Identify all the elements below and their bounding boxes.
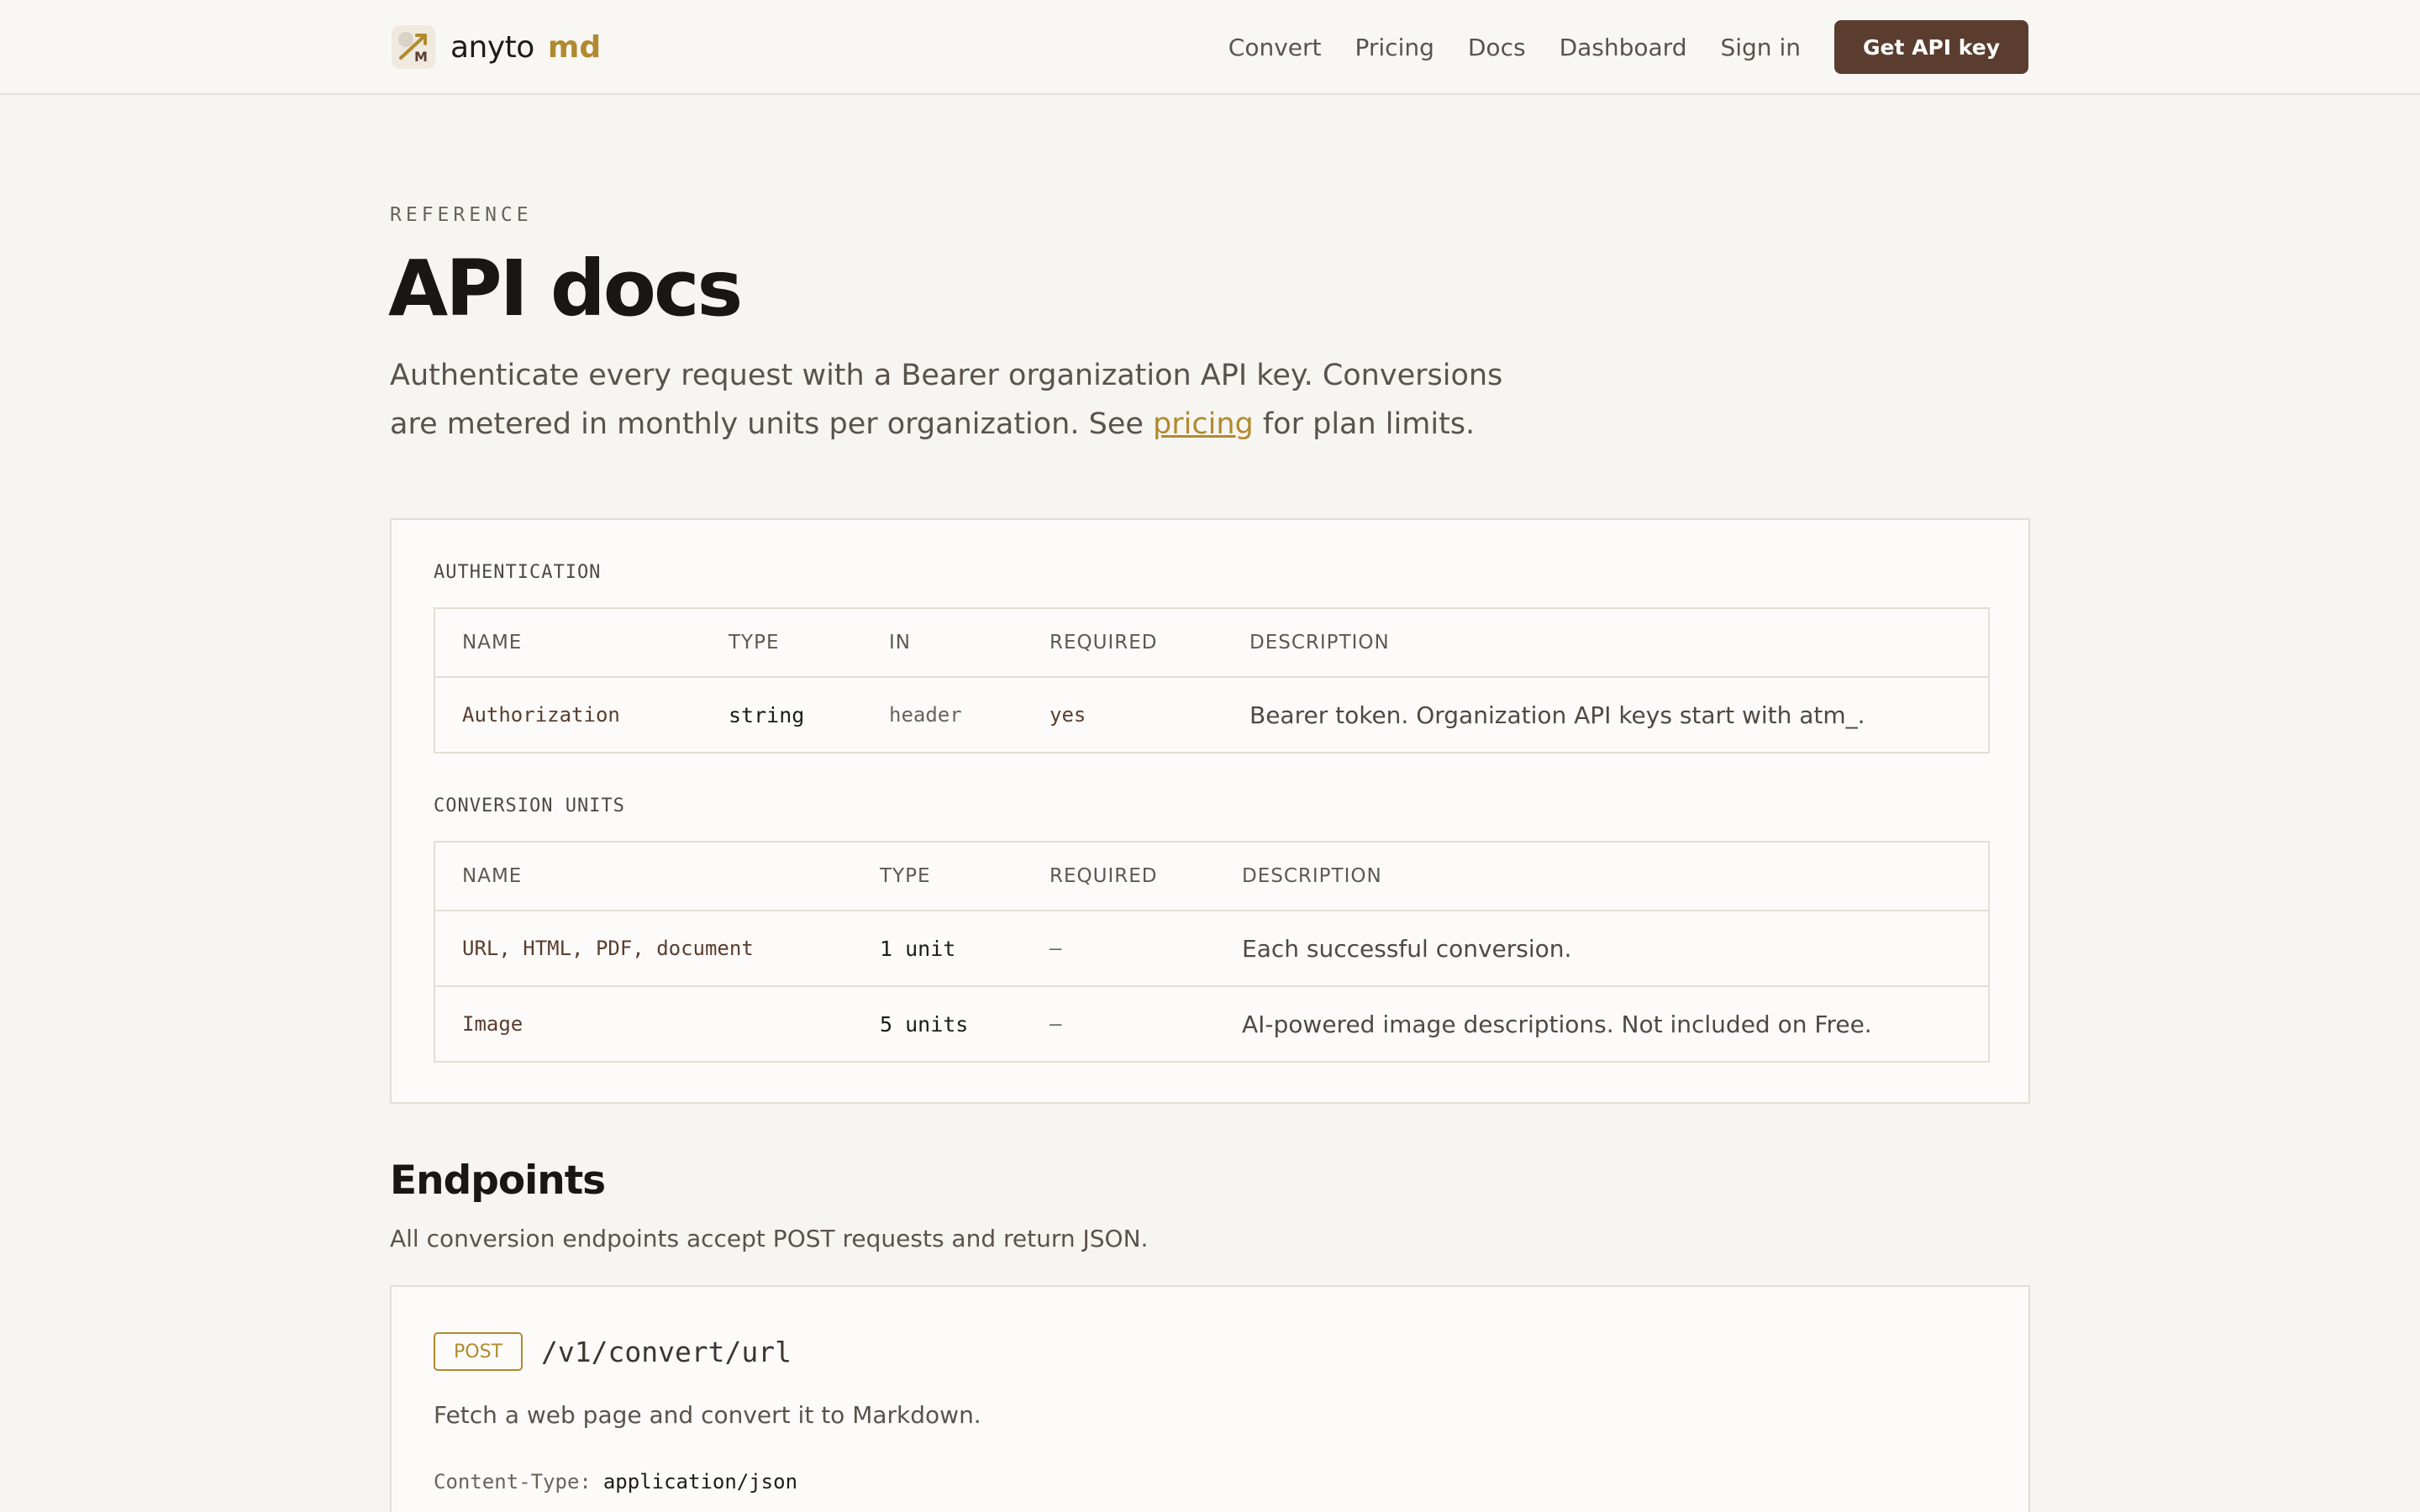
nav-link-sign-in[interactable]: Sign in — [1720, 34, 1801, 61]
page-lead: Authenticate every request with a Bearer… — [390, 351, 1507, 449]
table-row: URL, HTML, PDF, document 1 unit – Each s… — [435, 910, 1988, 985]
col-header-name: NAME — [462, 865, 523, 887]
param-in: header — [889, 703, 962, 727]
unit-description: Each successful conversion. — [1242, 934, 1572, 963]
content-type-header: Content-Type: application/json — [434, 1470, 797, 1494]
brand-home-link[interactable]: M anyto md — [392, 24, 601, 71]
table-header-row: NAME TYPE REQUIRED DESCRIPTION — [435, 843, 1988, 910]
arrow-logo-icon: M — [392, 25, 435, 69]
unit-description: AI-powered image descriptions. Not inclu… — [1242, 1010, 1872, 1038]
col-header-description: DESCRIPTION — [1249, 632, 1390, 654]
header-key: Content-Type: — [434, 1470, 592, 1494]
col-header-in: IN — [889, 632, 911, 654]
endpoints-heading: Endpoints — [390, 1158, 606, 1204]
conversion-units-label: CONVERSION UNITS — [434, 795, 625, 816]
svg-text:M: M — [414, 49, 428, 65]
param-required: yes — [1050, 703, 1086, 727]
col-header-type: TYPE — [729, 632, 780, 654]
param-description: Bearer token. Organization API keys star… — [1249, 701, 1865, 729]
col-header-name: NAME — [462, 632, 523, 654]
unit-name: URL, HTML, PDF, document — [462, 937, 754, 960]
main-nav: Convert Pricing Docs Dashboard Sign in G… — [1195, 20, 2028, 74]
unit-name: Image — [462, 1012, 523, 1036]
col-header-description: DESCRIPTION — [1242, 865, 1382, 887]
endpoint-path: /v1/convert/url — [541, 1335, 792, 1368]
unit-required: – — [1050, 1012, 1062, 1036]
table-row: Image 5 units – AI-powered image descrip… — [435, 985, 1988, 1061]
header-value: application/json — [602, 1470, 798, 1494]
unit-required: – — [1050, 937, 1062, 960]
brand-name: anyto — [450, 29, 534, 65]
nav-link-convert[interactable]: Convert — [1228, 34, 1322, 61]
authentication-table: NAME TYPE IN REQUIRED DESCRIPTION Author… — [434, 607, 1990, 753]
param-name: Authorization — [462, 703, 620, 727]
endpoints-subtitle: All conversion endpoints accept POST req… — [390, 1225, 1149, 1252]
authentication-label: AUTHENTICATION — [434, 562, 602, 583]
nav-link-dashboard[interactable]: Dashboard — [1560, 34, 1687, 61]
pricing-link[interactable]: pricing — [1153, 407, 1254, 441]
param-type: string — [729, 702, 805, 727]
col-header-required: REQUIRED — [1050, 632, 1158, 654]
col-header-required: REQUIRED — [1050, 865, 1158, 887]
http-method-badge: POST — [434, 1332, 523, 1371]
top-navigation: M anyto md Convert Pricing Docs Dashboar… — [0, 0, 2420, 95]
get-api-key-button[interactable]: Get API key — [1833, 20, 2028, 74]
page-title: API docs — [388, 244, 743, 333]
table-header-row: NAME TYPE IN REQUIRED DESCRIPTION — [435, 609, 1988, 676]
table-row: Authorization string header yes Bearer t… — [435, 676, 1988, 752]
nav-link-docs[interactable]: Docs — [1468, 34, 1526, 61]
reference-card: AUTHENTICATION NAME TYPE IN REQUIRED DES… — [390, 518, 2030, 1104]
nav-link-pricing[interactable]: Pricing — [1355, 34, 1434, 61]
endpoint-card: POST /v1/convert/url Fetch a web page an… — [390, 1285, 2030, 1512]
unit-type: 1 unit — [880, 936, 956, 961]
endpoint-description: Fetch a web page and convert it to Markd… — [434, 1401, 981, 1429]
section-eyebrow: REFERENCE — [390, 204, 533, 226]
conversion-units-table: NAME TYPE REQUIRED DESCRIPTION URL, HTML… — [434, 841, 1990, 1063]
lead-text-after: for plan limits. — [1253, 407, 1476, 441]
unit-type: 5 units — [880, 1011, 969, 1037]
brand-accent: md — [547, 29, 602, 65]
col-header-type: TYPE — [880, 865, 931, 887]
